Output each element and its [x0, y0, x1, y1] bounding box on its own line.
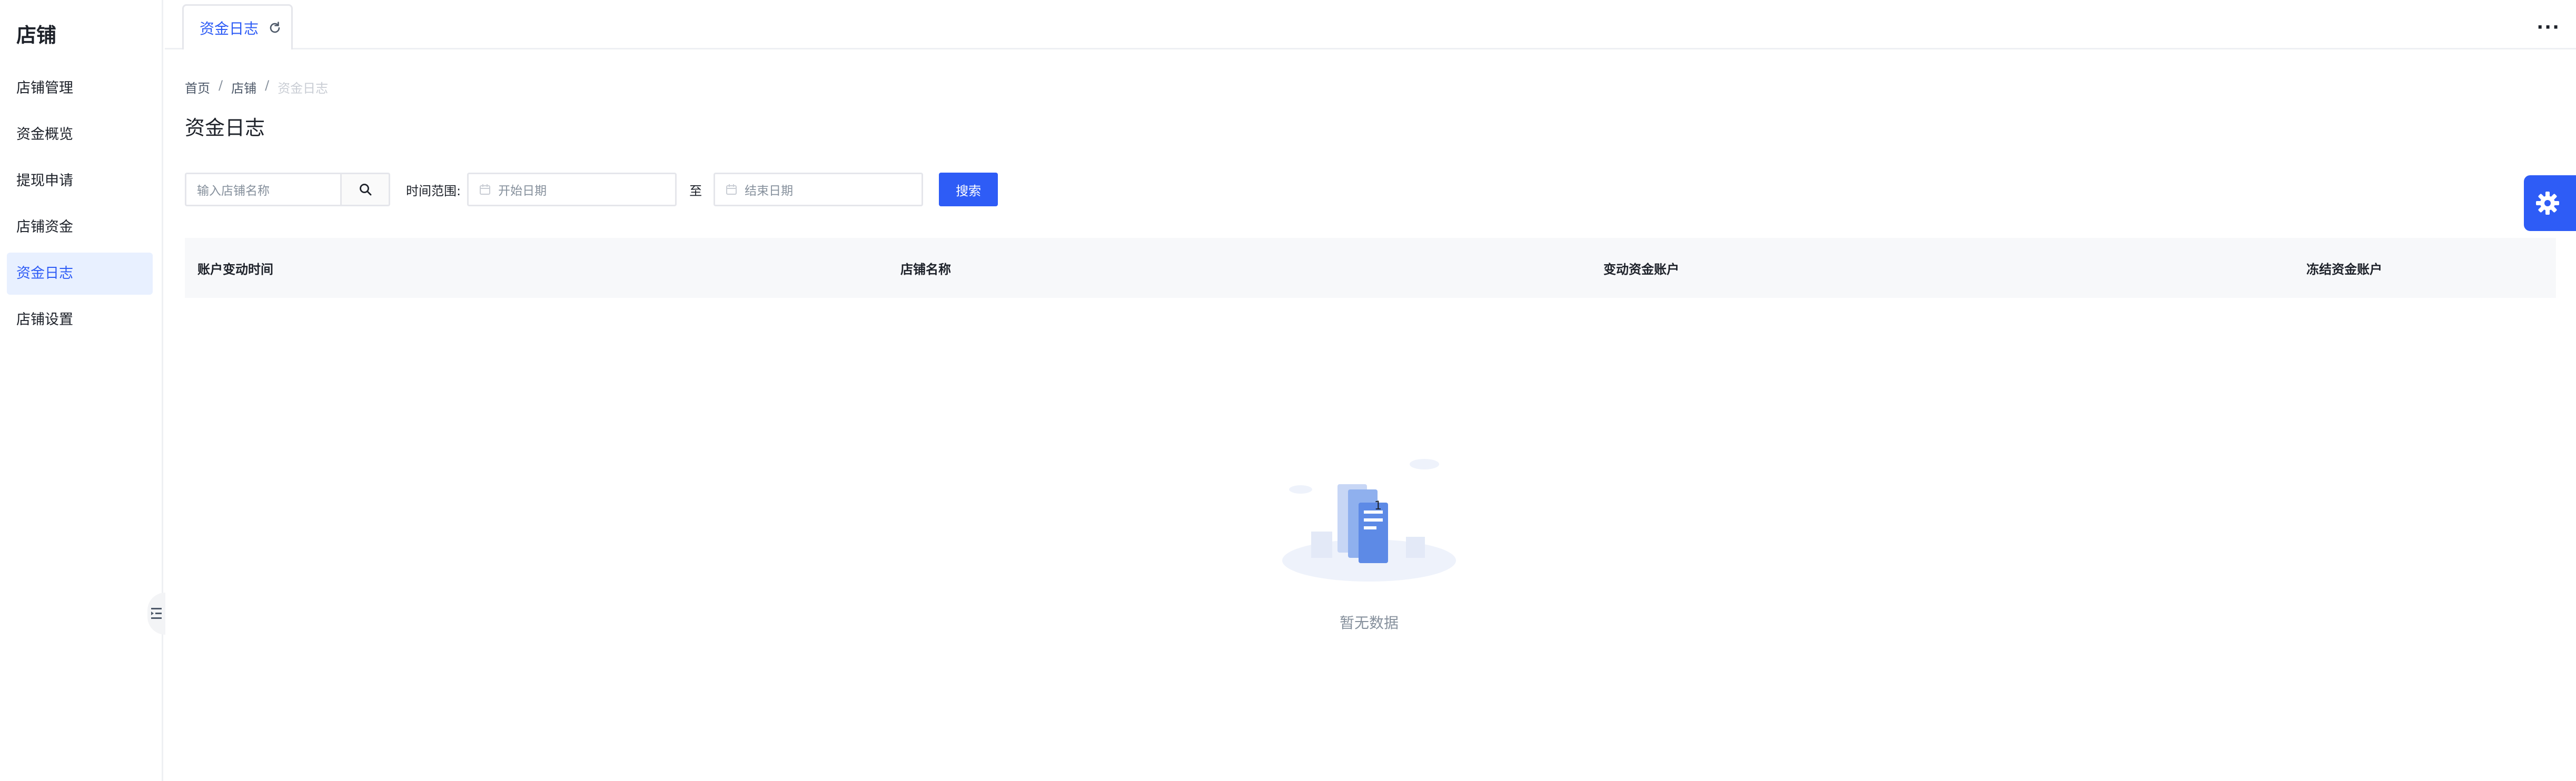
calendar-icon: [480, 184, 491, 195]
gear-icon: [2536, 192, 2559, 215]
floating-settings-button[interactable]: [2524, 175, 2576, 231]
search-button[interactable]: 搜索: [939, 173, 998, 206]
time-range-label: 时间范围:: [406, 183, 461, 198]
column-header-frozen-account: 冻结资金账户: [2306, 262, 2382, 277]
empty-state: 1 暂无数据: [1280, 453, 1459, 633]
filter-bar: 输入店铺名称 时间范围: 开始日期 至 结束日期 搜索: [185, 173, 998, 206]
sidebar-item-withdrawal-request[interactable]: 提现申请: [7, 160, 153, 202]
column-header-change-time: 账户变动时间: [197, 262, 273, 277]
calendar-icon: [726, 184, 737, 195]
funds-log-table: 账户变动时间 店铺名称 变动资金账户 冻结资金账户: [185, 238, 2556, 298]
search-icon-button[interactable]: [340, 173, 390, 206]
sidebar-item-funds-log[interactable]: 资金日志: [7, 253, 153, 295]
end-date-picker[interactable]: 结束日期: [714, 173, 924, 206]
sidebar-item-shop-settings[interactable]: 店铺设置: [7, 299, 153, 341]
sidebar-collapse-button[interactable]: [147, 593, 165, 635]
breadcrumb: 首页 / 店铺 / 资金日志: [185, 78, 328, 96]
tab-bar: 资金日志 ···: [165, 0, 2576, 49]
start-date-picker[interactable]: 开始日期: [467, 173, 677, 206]
tab-funds-log[interactable]: 资金日志: [182, 4, 293, 49]
sidebar-menu: 店铺管理 资金概览 提现申请 店铺资金 资金日志 店铺设置: [7, 67, 153, 345]
collapse-menu-icon: [151, 608, 162, 619]
table-header: 账户变动时间 店铺名称 变动资金账户 冻结资金账户: [185, 238, 2556, 298]
search-icon: [359, 184, 371, 196]
sidebar-item-shop-funds[interactable]: 店铺资金: [7, 206, 153, 248]
sidebar: 店铺 店铺管理 资金概览 提现申请 店铺资金 资金日志 店铺设置: [0, 0, 165, 781]
breadcrumb-separator: /: [219, 78, 223, 93]
refresh-icon[interactable]: [268, 21, 282, 35]
page-title: 资金日志: [185, 116, 265, 139]
sidebar-title: 店铺: [16, 24, 57, 47]
breadcrumb-home[interactable]: 首页: [185, 78, 210, 96]
empty-state-text: 暂无数据: [1339, 614, 1399, 632]
more-options-button[interactable]: ···: [2537, 17, 2560, 38]
breadcrumb-current: 资金日志: [278, 81, 329, 96]
breadcrumb-shop[interactable]: 店铺: [231, 78, 256, 96]
date-range-separator: 至: [689, 183, 702, 198]
column-header-changed-account: 变动资金账户: [1603, 262, 1679, 277]
sidebar-item-funds-overview[interactable]: 资金概览: [7, 114, 153, 156]
tab-label: 资金日志: [200, 19, 259, 37]
sidebar-item-shop-management[interactable]: 店铺管理: [7, 67, 153, 109]
shop-name-search-input[interactable]: 输入店铺名称: [185, 173, 340, 206]
end-date-placeholder: 结束日期: [745, 184, 794, 198]
svg-text:1: 1: [1374, 499, 1382, 513]
empty-data-illustration: 1: [1282, 459, 1456, 582]
start-date-placeholder: 开始日期: [498, 184, 547, 198]
breadcrumb-separator: /: [265, 78, 270, 93]
column-header-shop-name: 店铺名称: [900, 262, 951, 277]
